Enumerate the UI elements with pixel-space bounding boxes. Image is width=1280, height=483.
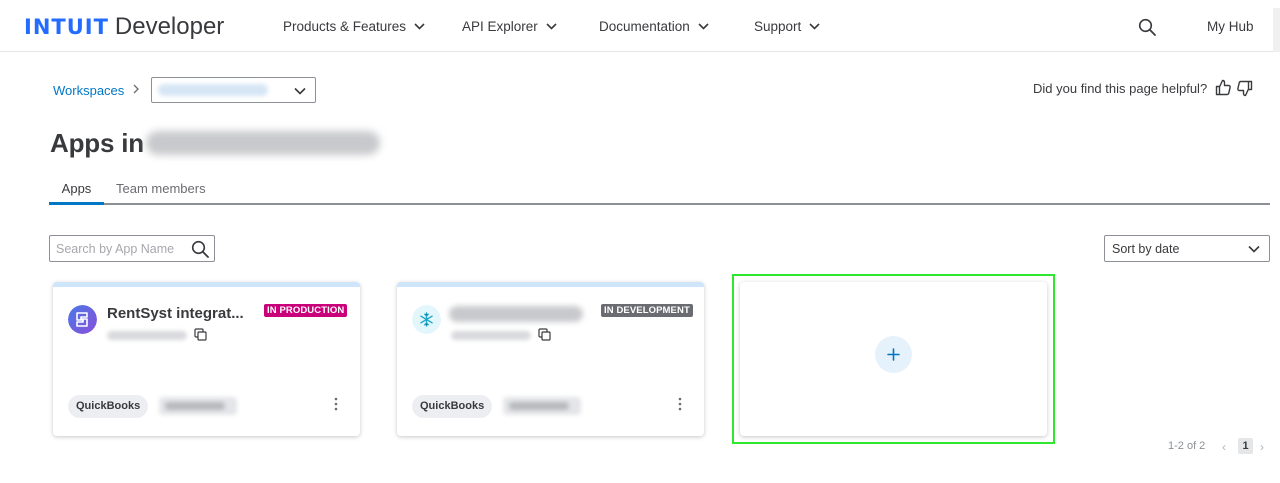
- copy-icon[interactable]: [194, 328, 207, 341]
- intuit-developer-logo[interactable]: INTUIT Developer: [24, 13, 224, 41]
- breadcrumb-workspaces-link[interactable]: Workspaces: [53, 83, 124, 98]
- card-accent-bar: [397, 282, 704, 287]
- nav-api-explorer[interactable]: API Explorer: [462, 19, 557, 34]
- app-search-input[interactable]: [56, 240, 186, 258]
- nav-products-features[interactable]: Products & Features: [283, 19, 425, 34]
- pagination-prev-button[interactable]: ‹: [1222, 440, 1226, 454]
- snowflake-icon: [412, 305, 441, 334]
- nav-label: API Explorer: [462, 19, 538, 34]
- status-badge: IN PRODUCTION: [264, 304, 348, 317]
- chevron-down-icon: [809, 23, 820, 30]
- chevron-down-icon: [414, 23, 425, 30]
- page-title: Apps in: [50, 128, 144, 158]
- app-id-redacted: [107, 331, 187, 340]
- pagination-page-1[interactable]: 1: [1238, 438, 1253, 454]
- chevron-right-icon: [133, 84, 139, 94]
- active-tab-indicator: [49, 202, 104, 205]
- workspace-owner-redacted: [146, 131, 380, 155]
- search-icon[interactable]: [191, 240, 209, 258]
- app-id-redacted: [451, 331, 531, 340]
- app-card-rentsyst[interactable]: RentSyst integrat... IN PRODUCTION Quick…: [53, 282, 360, 436]
- more-options-icon[interactable]: [331, 396, 341, 412]
- app-name[interactable]: RentSyst integrat...: [107, 305, 247, 322]
- thumbs-down-icon[interactable]: [1236, 80, 1253, 97]
- chevron-down-icon: [546, 23, 557, 30]
- pagination-next-button[interactable]: ›: [1260, 440, 1264, 454]
- card-accent-bar: [53, 282, 360, 287]
- logo-brand: INTUIT: [24, 15, 109, 39]
- rentsyst-logo-icon: [68, 305, 97, 334]
- nav-label: Products & Features: [283, 19, 407, 34]
- nav-label: Support: [754, 19, 802, 34]
- chevron-down-icon: [1248, 245, 1260, 253]
- plus-icon: [887, 348, 900, 361]
- search-icon[interactable]: [1138, 18, 1156, 36]
- logo-product: Developer: [114, 13, 225, 40]
- status-badge: IN DEVELOPMENT: [601, 304, 693, 317]
- copy-icon[interactable]: [538, 328, 551, 341]
- tab-apps[interactable]: Apps: [49, 181, 104, 196]
- thumbs-up-icon[interactable]: [1215, 79, 1232, 96]
- scrollbar-track[interactable]: [1273, 8, 1280, 52]
- tabs-divider: [49, 203, 1270, 205]
- add-app-card[interactable]: [740, 282, 1047, 436]
- chevron-down-icon: [698, 23, 709, 30]
- top-navigation-bar: INTUIT Developer Products & Features API…: [0, 0, 1280, 52]
- sort-select[interactable]: Sort by date: [1104, 235, 1270, 262]
- sort-selected-value: Sort by date: [1112, 242, 1180, 256]
- app-card-development[interactable]: IN DEVELOPMENT QuickBooks: [397, 282, 704, 436]
- product-chip: QuickBooks: [68, 395, 149, 418]
- nav-support[interactable]: Support: [754, 19, 820, 34]
- nav-documentation[interactable]: Documentation: [599, 19, 709, 34]
- add-app-button[interactable]: [875, 336, 912, 373]
- more-options-icon[interactable]: [675, 396, 685, 412]
- app-name-redacted: [449, 306, 583, 322]
- chevron-down-icon: [294, 87, 306, 95]
- my-hub-link[interactable]: My Hub: [1207, 19, 1254, 34]
- workspace-select[interactable]: [151, 77, 316, 103]
- feedback-question: Did you find this page helpful?: [1033, 81, 1208, 96]
- pagination-summary: 1-2 of 2: [1168, 440, 1206, 452]
- tab-team-members[interactable]: Team members: [116, 181, 206, 196]
- date-redacted: [503, 397, 581, 415]
- app-search-box: [49, 235, 215, 262]
- date-redacted: [159, 397, 237, 415]
- workspace-name-redacted: [158, 84, 268, 96]
- product-chip: QuickBooks: [412, 395, 493, 418]
- nav-label: Documentation: [599, 19, 690, 34]
